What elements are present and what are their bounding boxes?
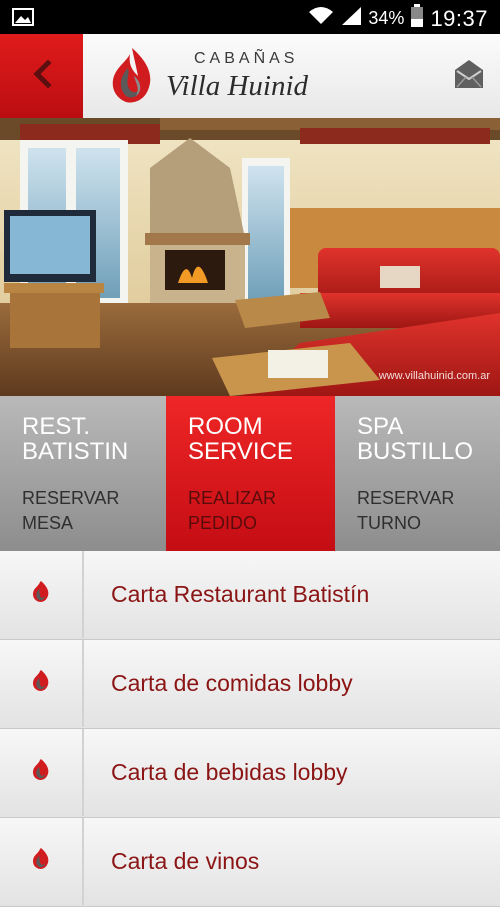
tab-subtitle: RESERVAR MESA (22, 488, 120, 533)
list-item-label: Carta de bebidas lobby (111, 759, 348, 785)
brand-logo: CABAÑAS Villa Huinid (108, 40, 338, 112)
wifi-icon (308, 6, 334, 31)
back-button[interactable] (0, 34, 83, 118)
app-header: CABAÑAS Villa Huinid (0, 34, 500, 119)
photo-credit: www.villahuinid.com.ar (378, 370, 490, 382)
list-item-icon-cell (0, 640, 84, 727)
tab-subtitle: REALIZAR PEDIDO (188, 488, 277, 533)
battery-icon (410, 4, 424, 33)
flame-icon (32, 758, 50, 787)
tab-subtitle: RESERVAR TURNO (357, 488, 455, 533)
chevron-left-icon (32, 58, 52, 93)
clock: 19:37 (430, 5, 488, 31)
mail-button[interactable] (452, 58, 486, 92)
list-item-icon-cell (0, 551, 84, 638)
gallery-notification-icon (12, 8, 34, 31)
tab-room-service[interactable]: ROOM SERVICE REALIZAR PEDIDO (166, 396, 335, 551)
battery-percent: 34% (368, 8, 405, 28)
list-item[interactable]: Carta de bebidas lobby (0, 729, 500, 818)
flame-icon (32, 580, 50, 609)
list-item[interactable]: Carta Restaurant Batistín (0, 551, 500, 640)
tab-title: SPA BUSTILLO (357, 413, 474, 465)
signal-icon (340, 6, 362, 31)
list-item-icon-cell (0, 818, 84, 905)
list-item-icon-cell (0, 729, 84, 816)
tab-spa-bustillo[interactable]: SPA BUSTILLO RESERVAR TURNO (335, 396, 500, 551)
hero-photo: www.villahuinid.com.ar (0, 118, 500, 396)
list-item-label: Carta Restaurant Batistín (111, 581, 370, 607)
tab-rest-batistin[interactable]: REST. BATISTIN RESERVAR MESA (0, 396, 166, 551)
list-item-label: Carta de vinos (111, 848, 260, 874)
envelope-icon (452, 60, 486, 96)
list-item-label: Carta de comidas lobby (111, 670, 353, 696)
flame-icon (32, 669, 50, 698)
flame-logo-icon (108, 46, 156, 111)
flame-icon (32, 847, 50, 876)
menu-list: Carta Restaurant Batistín Carta de comid… (0, 551, 500, 907)
logo-title: Villa Huinid (166, 70, 309, 102)
list-item[interactable]: Carta de vinos (0, 818, 500, 907)
logo-subtitle: CABAÑAS (194, 50, 299, 67)
service-tabs: REST. BATISTIN RESERVAR MESA ROOM SERVIC… (0, 396, 500, 551)
status-bar: 34% 19:37 (0, 0, 500, 34)
list-item[interactable]: Carta de comidas lobby (0, 640, 500, 729)
tab-title: REST. BATISTIN (22, 413, 129, 465)
tab-title: ROOM SERVICE (188, 413, 293, 465)
